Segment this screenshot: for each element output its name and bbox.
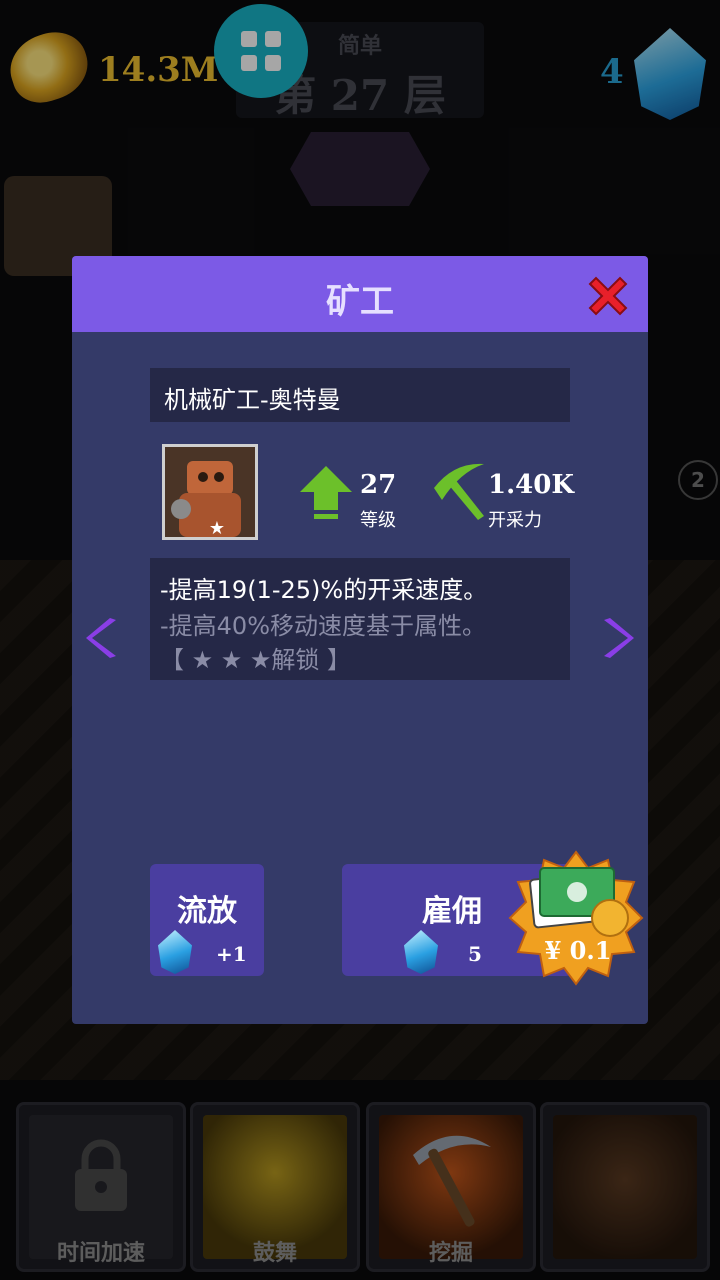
close-icon[interactable] [582,270,634,322]
prev-arrow-icon[interactable] [82,616,122,660]
unlock-requirement: 【 ★ ★ ★解锁 】 [160,646,352,674]
ability-line-active: -提高19(1-25)%的开采速度。 [160,576,488,604]
exile-button[interactable]: 流放 +1 [150,864,264,976]
miner-portrait: ★ [162,444,258,540]
dialog-header: 矿工 [72,256,648,332]
diamond-gem-icon [404,930,438,974]
level-up-arrow-icon [300,466,352,519]
price-badge[interactable]: ¥ 0.1 [506,848,646,988]
power-value: 1.40K [488,470,574,500]
exile-gem-count: +1 [216,942,247,966]
ability-description: -提高19(1-25)%的开采速度。 -提高40%移动速度基于属性。 【 ★ ★… [150,558,570,680]
cash-stack-icon [508,850,644,986]
level-label: 等级 [360,510,396,531]
ability-line-locked: -提高40%移动速度基于属性。 [160,612,487,640]
miner-name: 机械矿工-奥特曼 [164,386,341,414]
level-value: 27 [360,470,397,500]
pickaxe-power-icon [434,463,484,520]
power-label: 开采力 [488,510,542,531]
miner-dialog: 矿工 机械矿工-奥特曼 ★ 27 等级 1.40K 开采力 -提高19(1-25… [72,256,648,1024]
exile-label: 流放 [177,894,237,929]
hire-gem-count: 5 [468,942,482,966]
diamond-gem-icon [158,930,192,974]
price-text: ¥ 0.1 [544,936,612,965]
dialog-title: 矿工 [326,282,394,322]
star-icon: ★ [208,518,225,539]
next-arrow-icon[interactable] [598,616,638,660]
miner-name-box: 机械矿工-奥特曼 [150,368,570,422]
